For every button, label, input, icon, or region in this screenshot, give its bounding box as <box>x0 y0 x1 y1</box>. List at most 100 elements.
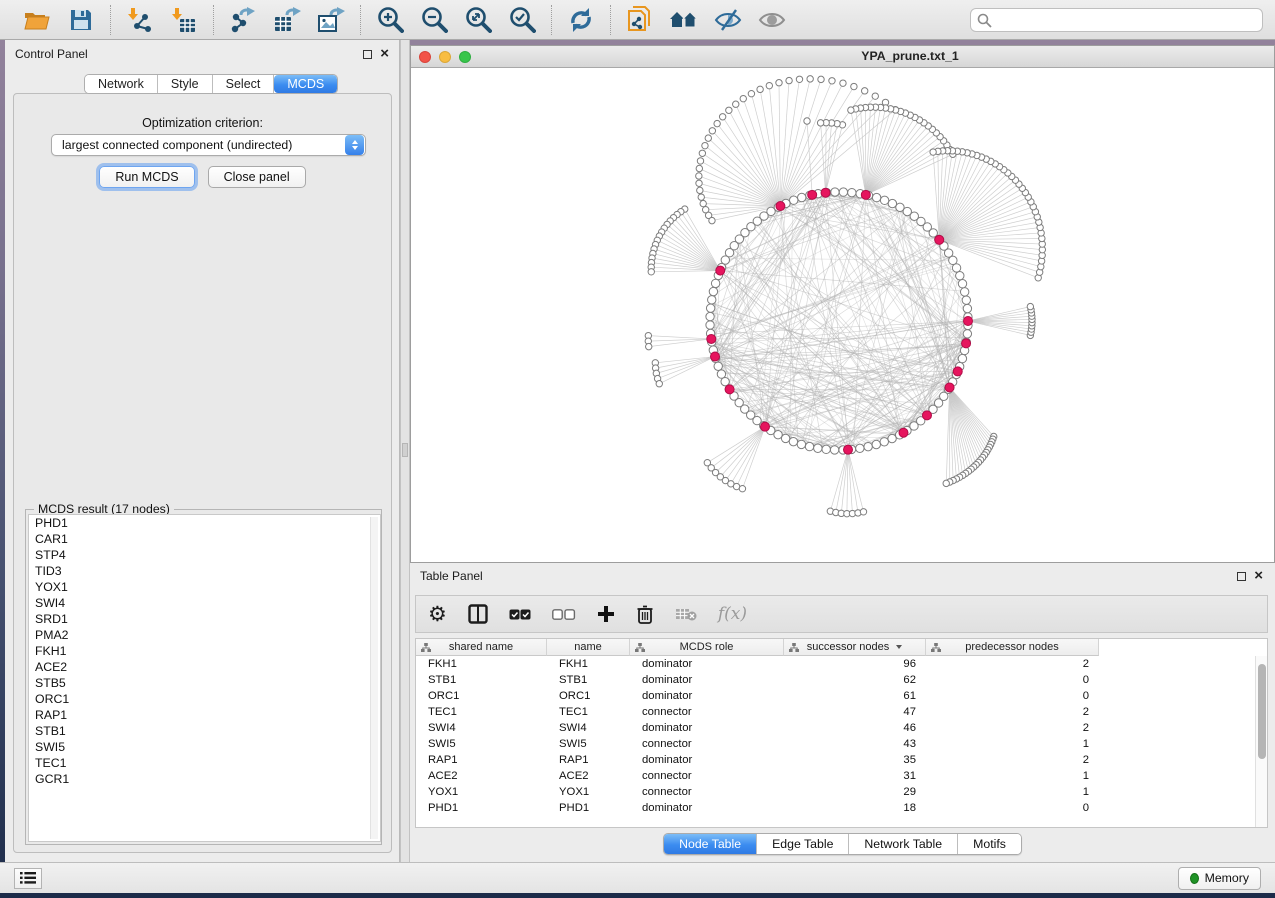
close-panel-icon[interactable]: × <box>380 49 389 59</box>
run-mcds-button[interactable]: Run MCDS <box>99 166 194 188</box>
result-list-item[interactable]: PHD1 <box>29 515 380 531</box>
result-list-item[interactable]: SWI5 <box>29 739 380 755</box>
table-row[interactable]: TEC1TEC1connector472 <box>416 704 1267 720</box>
result-list-item[interactable]: FKH1 <box>29 643 380 659</box>
table-row[interactable]: ORC1ORC1dominator610 <box>416 688 1267 704</box>
table-cell: 18 <box>784 800 926 816</box>
vertical-splitter[interactable] <box>400 40 410 862</box>
share-document-icon[interactable] <box>623 4 657 36</box>
splitter-grip[interactable] <box>402 443 408 457</box>
import-network-icon[interactable] <box>123 4 157 36</box>
deselect-all-icon[interactable] <box>552 609 576 620</box>
add-column-icon[interactable] <box>597 605 615 623</box>
column-header-predecessor-nodes[interactable]: predecessor nodes <box>926 639 1099 656</box>
tab-node-table[interactable]: Node Table <box>664 834 757 854</box>
tab-select[interactable]: Select <box>213 75 275 93</box>
table-row[interactable]: YOX1YOX1connector291 <box>416 784 1267 800</box>
table-cell: 2 <box>926 704 1099 720</box>
result-list-item[interactable]: ACE2 <box>29 659 380 675</box>
search-input[interactable] <box>970 8 1263 32</box>
import-table-icon[interactable] <box>167 4 201 36</box>
dropdown-stepper-icon <box>345 135 364 155</box>
result-list-item[interactable]: RAP1 <box>29 707 380 723</box>
table-cell: SWI5 <box>547 736 630 752</box>
table-cell: connector <box>630 736 784 752</box>
export-network-icon[interactable] <box>226 4 260 36</box>
task-history-button[interactable] <box>14 868 42 889</box>
table-cell: 1 <box>926 736 1099 752</box>
table-row[interactable]: FKH1FKH1dominator962 <box>416 656 1267 672</box>
table-row[interactable]: PHD1PHD1dominator180 <box>416 800 1267 816</box>
result-list-item[interactable]: PMA2 <box>29 627 380 643</box>
table-cell: TEC1 <box>547 704 630 720</box>
result-list-scrollbar[interactable] <box>370 517 378 839</box>
function-builder-icon[interactable]: f(x) <box>718 604 747 624</box>
optimization-criterion-dropdown[interactable]: largest connected component (undirected) <box>51 134 366 156</box>
result-list-item[interactable]: STB1 <box>29 723 380 739</box>
network-canvas[interactable] <box>411 68 1274 562</box>
table-row[interactable]: SWI5SWI5connector431 <box>416 736 1267 752</box>
mcds-result-list[interactable]: PHD1CAR1STP4TID3YOX1SWI4SRD1PMA2FKH1ACE2… <box>28 514 381 842</box>
memory-button[interactable]: Memory <box>1178 867 1261 890</box>
close-panel-button[interactable]: Close panel <box>208 166 306 188</box>
open-folder-icon[interactable] <box>20 4 54 36</box>
result-list-item[interactable]: YOX1 <box>29 579 380 595</box>
result-list-item[interactable]: TID3 <box>29 563 380 579</box>
home-icon[interactable] <box>667 4 701 36</box>
hide-graphics-eye-icon[interactable] <box>711 4 745 36</box>
table-cell: 96 <box>784 656 926 672</box>
result-list-item[interactable]: CAR1 <box>29 531 380 547</box>
control-panel: Control Panel × Network Style Select MCD… <box>5 40 400 862</box>
export-table-icon[interactable] <box>270 4 304 36</box>
table-cell: 0 <box>926 672 1099 688</box>
zoom-fit-icon[interactable] <box>461 4 495 36</box>
table-cell: 29 <box>784 784 926 800</box>
columns-icon[interactable] <box>468 604 488 624</box>
table-scrollbar[interactable] <box>1255 656 1267 827</box>
table-cell: connector <box>630 768 784 784</box>
column-header-mcds-role[interactable]: MCDS role <box>630 639 784 656</box>
result-list-item[interactable]: TEC1 <box>29 755 380 771</box>
table-row[interactable]: STB1STB1dominator620 <box>416 672 1267 688</box>
table-cell: SWI4 <box>416 720 547 736</box>
save-icon[interactable] <box>64 4 98 36</box>
float-panel-icon[interactable] <box>363 50 372 59</box>
table-cell: YOX1 <box>416 784 547 800</box>
column-header-shared-name[interactable]: shared name <box>416 639 547 656</box>
close-table-panel-icon[interactable]: × <box>1254 571 1263 581</box>
export-image-icon[interactable] <box>314 4 348 36</box>
column-header-successor-nodes[interactable]: successor nodes <box>784 639 926 656</box>
table-row[interactable]: ACE2ACE2connector311 <box>416 768 1267 784</box>
tab-style[interactable]: Style <box>158 75 213 93</box>
column-header-name[interactable]: name <box>547 639 630 656</box>
refresh-icon[interactable] <box>564 4 598 36</box>
select-all-icon[interactable] <box>509 609 531 620</box>
table-scrollbar-thumb[interactable] <box>1258 664 1266 759</box>
tab-mcds[interactable]: MCDS <box>274 75 337 93</box>
table-row[interactable]: SWI4SWI4dominator462 <box>416 720 1267 736</box>
table-cell: 1 <box>926 768 1099 784</box>
result-list-item[interactable]: ORC1 <box>29 691 380 707</box>
network-window-titlebar[interactable]: YPA_prune.txt_1 <box>411 46 1274 68</box>
delete-column-icon[interactable] <box>636 604 654 624</box>
hide-table-icon[interactable] <box>675 607 697 621</box>
float-table-panel-icon[interactable] <box>1237 572 1246 581</box>
show-graphics-eye-icon[interactable] <box>755 4 789 36</box>
table-cell: 46 <box>784 720 926 736</box>
result-list-item[interactable]: STP4 <box>29 547 380 563</box>
tab-network[interactable]: Network <box>85 75 158 93</box>
main-toolbar <box>0 0 1275 40</box>
node-table[interactable]: shared name name MCDS role successor nod… <box>415 638 1268 828</box>
tab-network-table[interactable]: Network Table <box>849 834 958 854</box>
zoom-out-icon[interactable] <box>417 4 451 36</box>
tab-edge-table[interactable]: Edge Table <box>757 834 849 854</box>
result-list-item[interactable]: STB5 <box>29 675 380 691</box>
zoom-selected-icon[interactable] <box>505 4 539 36</box>
zoom-in-icon[interactable] <box>373 4 407 36</box>
table-row[interactable]: RAP1RAP1dominator352 <box>416 752 1267 768</box>
result-list-item[interactable]: GCR1 <box>29 771 380 787</box>
gear-icon[interactable]: ⚙ <box>428 604 447 624</box>
result-list-item[interactable]: SRD1 <box>29 611 380 627</box>
result-list-item[interactable]: SWI4 <box>29 595 380 611</box>
tab-motifs[interactable]: Motifs <box>958 834 1021 854</box>
